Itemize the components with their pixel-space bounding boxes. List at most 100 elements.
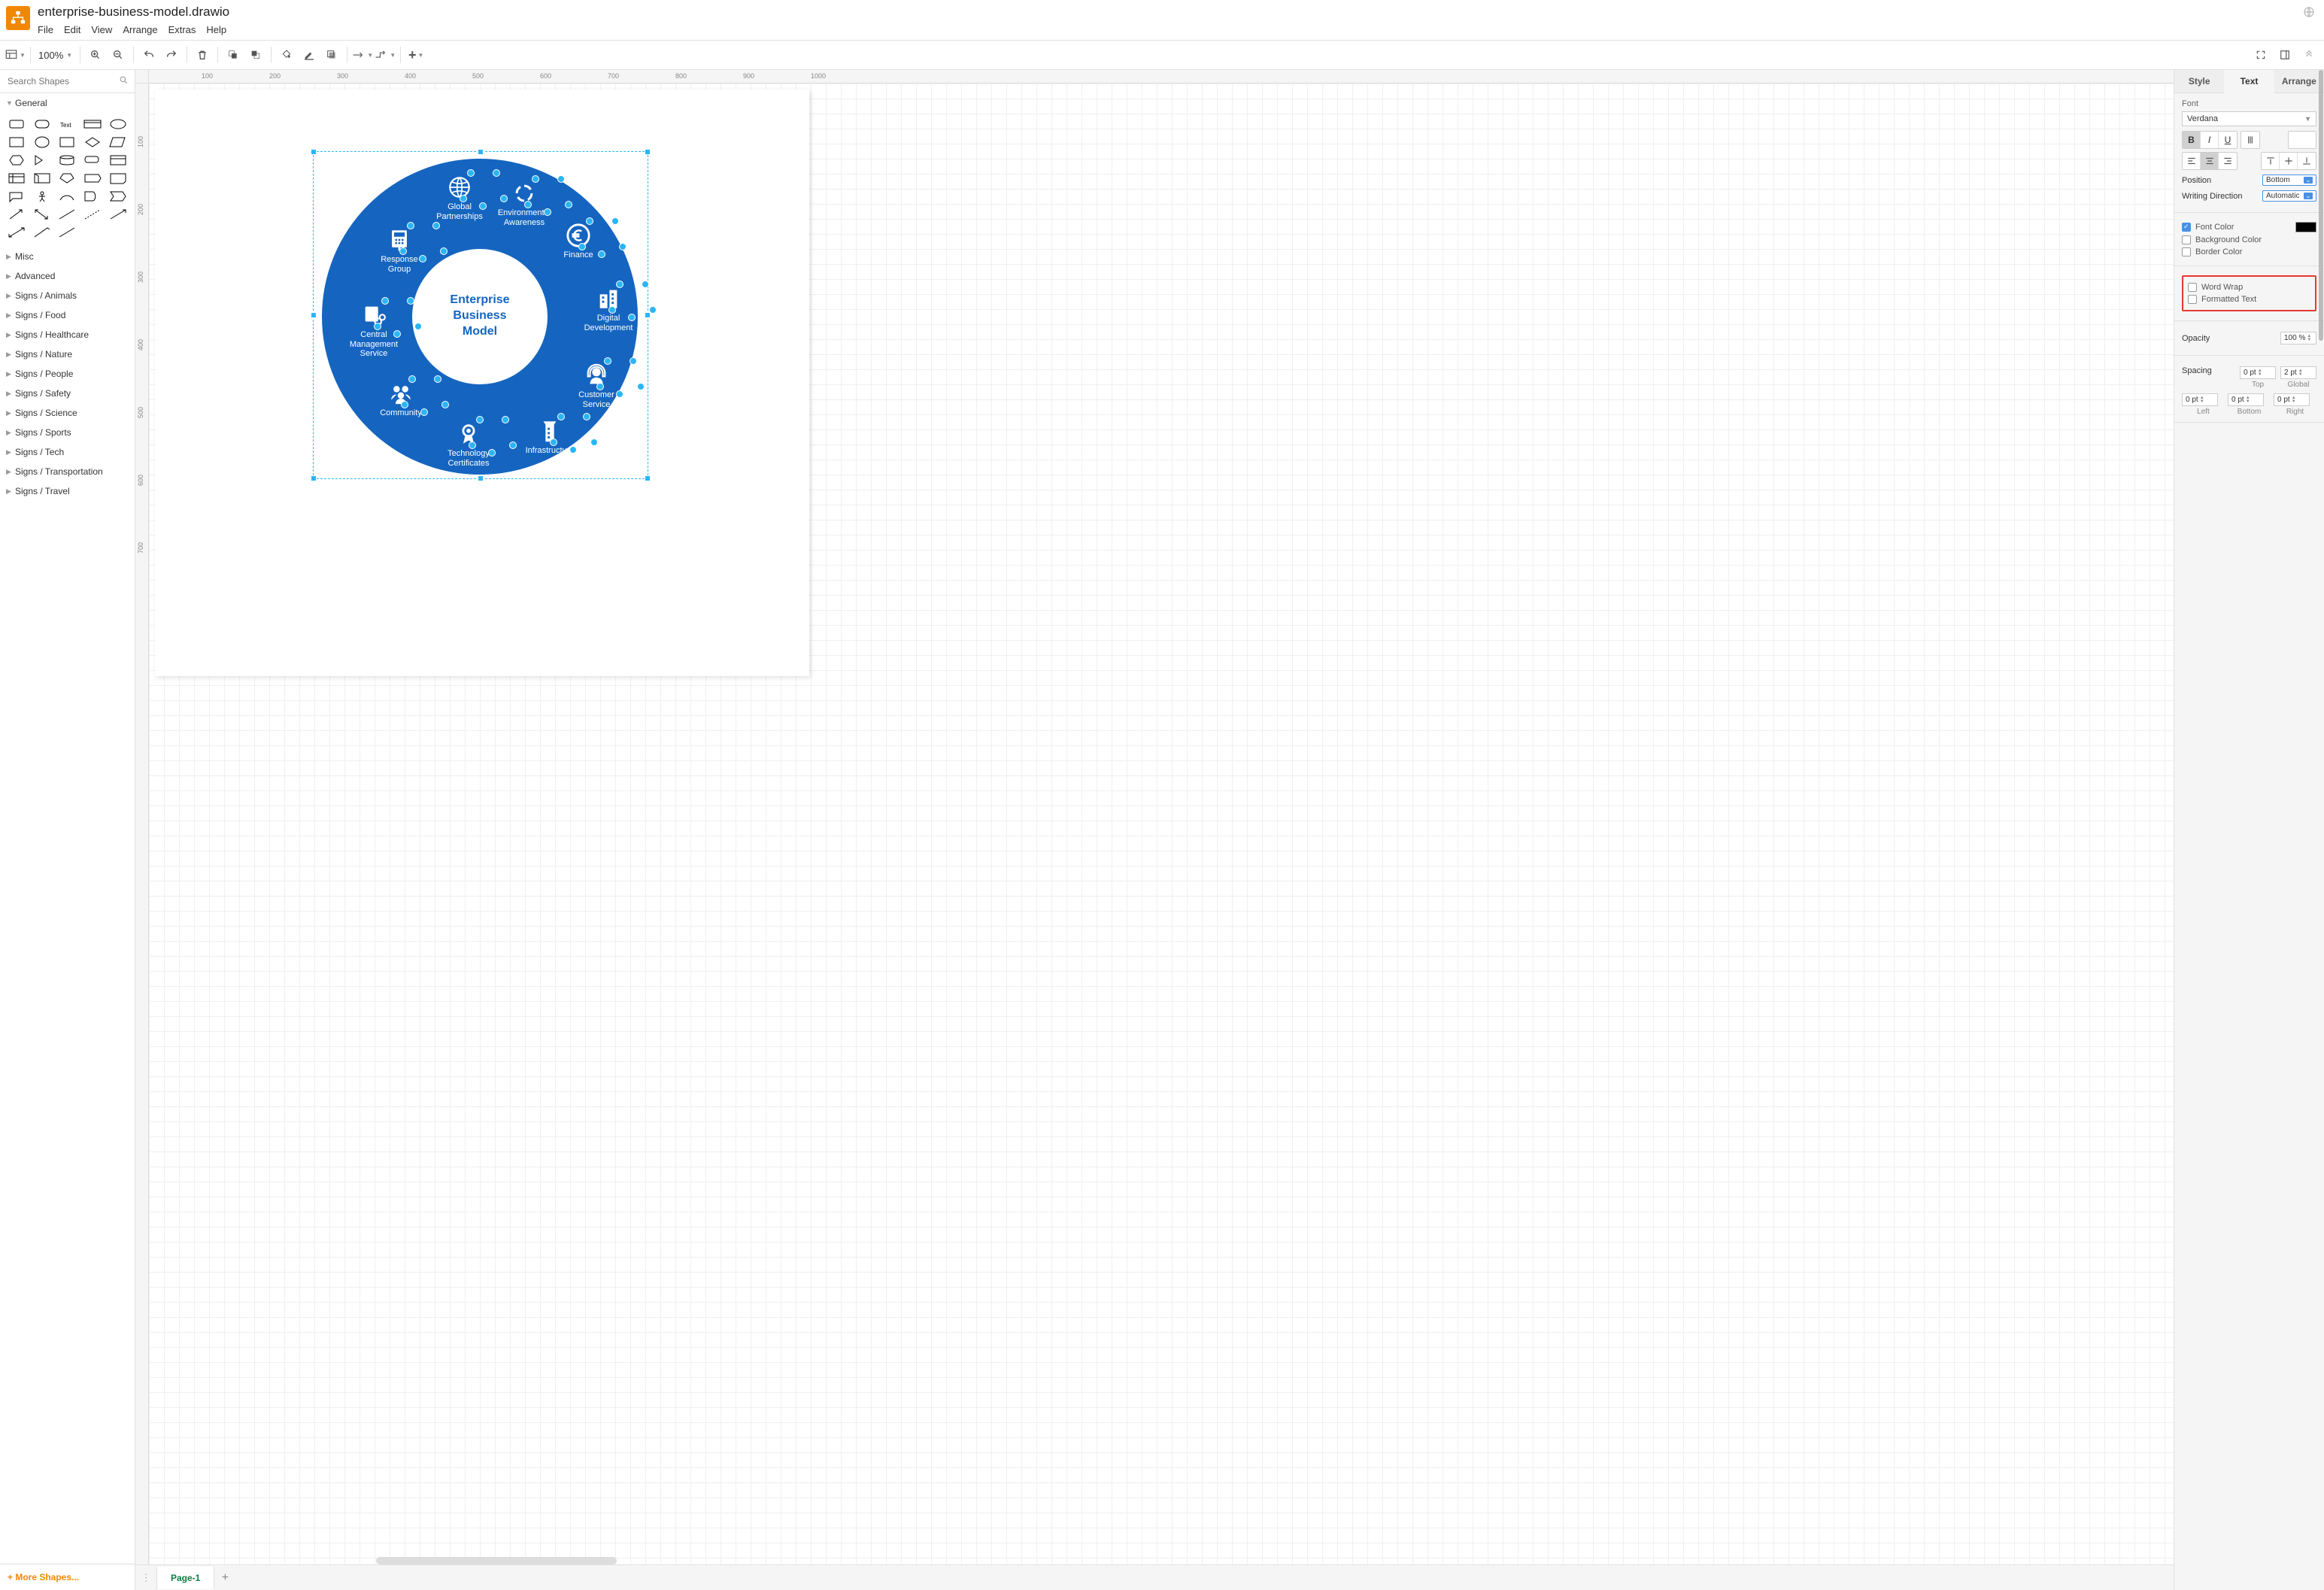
- zoom-out-button[interactable]: [108, 44, 129, 65]
- line-color-button[interactable]: [299, 44, 320, 65]
- horizontal-scrollbar[interactable]: [376, 1557, 617, 1564]
- format-panel-button[interactable]: [2274, 44, 2295, 65]
- font-color-checkbox[interactable]: [2182, 223, 2191, 232]
- shape-17[interactable]: [56, 170, 80, 187]
- font-color-swatch[interactable]: [2295, 222, 2316, 232]
- menu-file[interactable]: File: [38, 24, 53, 35]
- menu-extras[interactable]: Extras: [168, 24, 196, 35]
- category-signs-healthcare[interactable]: ▶Signs / Healthcare: [0, 325, 135, 344]
- font-size-input[interactable]: [2289, 132, 2316, 148]
- menu-view[interactable]: View: [91, 24, 112, 35]
- shape-9[interactable]: [106, 134, 130, 150]
- connection-button[interactable]: ▼: [352, 44, 373, 65]
- page-tab-1[interactable]: Page-1: [156, 1567, 214, 1589]
- category-signs-people[interactable]: ▶Signs / People: [0, 364, 135, 384]
- valign-bottom-button[interactable]: [2298, 153, 2316, 169]
- shape-26[interactable]: [30, 206, 54, 223]
- view-mode-button[interactable]: ▼: [5, 44, 26, 65]
- add-page-button[interactable]: +: [214, 1571, 235, 1585]
- underline-button[interactable]: U: [2219, 132, 2237, 148]
- border-color-checkbox[interactable]: [2182, 247, 2191, 256]
- align-right-button[interactable]: [2219, 153, 2237, 169]
- segment-digital-development[interactable]: DigitalDevelopment: [567, 285, 650, 332]
- document-title[interactable]: enterprise-business-model.drawio: [38, 3, 2303, 21]
- category-signs-nature[interactable]: ▶Signs / Nature: [0, 344, 135, 364]
- fullscreen-button[interactable]: [2250, 44, 2271, 65]
- category-signs-safety[interactable]: ▶Signs / Safety: [0, 384, 135, 403]
- category-signs-transportation[interactable]: ▶Signs / Transportation: [0, 462, 135, 481]
- font-family-select[interactable]: Verdana▼: [2182, 111, 2316, 126]
- segment-community[interactable]: Community: [360, 380, 442, 418]
- align-left-button[interactable]: [2183, 153, 2201, 169]
- category-signs-travel[interactable]: ▶Signs / Travel: [0, 481, 135, 501]
- menu-help[interactable]: Help: [206, 24, 226, 35]
- spacing-right-input[interactable]: 0 pt▲▼: [2274, 393, 2310, 406]
- shape-31[interactable]: [30, 224, 54, 241]
- category-advanced[interactable]: ▶Advanced: [0, 266, 135, 286]
- shape-5[interactable]: [5, 134, 29, 150]
- shape-30[interactable]: [5, 224, 29, 241]
- insert-button[interactable]: +▼: [405, 44, 426, 65]
- shape-1[interactable]: [30, 116, 54, 132]
- shape-14[interactable]: [106, 152, 130, 168]
- shape-7[interactable]: [56, 134, 80, 150]
- segment-environmental-awareness[interactable]: EnvironmentalAwareness: [483, 180, 566, 227]
- menu-edit[interactable]: Edit: [64, 24, 80, 35]
- opacity-input[interactable]: 100 %▲▼: [2280, 332, 2316, 344]
- shape-15[interactable]: [5, 170, 29, 187]
- shape-13[interactable]: [80, 152, 105, 168]
- shape-3[interactable]: [80, 116, 105, 132]
- menu-arrange[interactable]: Arrange: [123, 24, 157, 35]
- to-back-button[interactable]: [245, 44, 266, 65]
- category-signs-sports[interactable]: ▶Signs / Sports: [0, 423, 135, 442]
- shape-2[interactable]: Text: [56, 116, 80, 132]
- vertical-text-button[interactable]: [2241, 132, 2259, 148]
- fill-color-button[interactable]: [276, 44, 297, 65]
- shape-32[interactable]: [56, 224, 80, 241]
- italic-button[interactable]: I: [2201, 132, 2219, 148]
- shape-22[interactable]: [56, 188, 80, 205]
- shape-25[interactable]: [5, 206, 29, 223]
- panel-scrollbar[interactable]: [2319, 70, 2323, 341]
- shape-20[interactable]: [5, 188, 29, 205]
- shape-18[interactable]: [80, 170, 105, 187]
- bold-button[interactable]: B: [2183, 132, 2201, 148]
- to-front-button[interactable]: [223, 44, 244, 65]
- segment-response-group[interactable]: ResponseGroup: [358, 226, 441, 274]
- word-wrap-checkbox[interactable]: [2188, 283, 2197, 292]
- format-tab-arrange[interactable]: Arrange: [2274, 70, 2324, 93]
- spacing-bottom-input[interactable]: 0 pt▲▼: [2228, 393, 2264, 406]
- shape-27[interactable]: [56, 206, 80, 223]
- redo-button[interactable]: [161, 44, 182, 65]
- diagram-center-title[interactable]: EnterpriseBusinessModel: [427, 293, 532, 339]
- spacing-top-input[interactable]: 0 pt▲▼: [2240, 366, 2276, 379]
- language-icon[interactable]: [2303, 6, 2315, 22]
- zoom-in-button[interactable]: [85, 44, 106, 65]
- category-signs-animals[interactable]: ▶Signs / Animals: [0, 286, 135, 305]
- shape-24[interactable]: [106, 188, 130, 205]
- page-options-button[interactable]: ⋮: [135, 1572, 156, 1584]
- shape-11[interactable]: [30, 152, 54, 168]
- shape-21[interactable]: [30, 188, 54, 205]
- shape-4[interactable]: [106, 116, 130, 132]
- format-tab-style[interactable]: Style: [2174, 70, 2224, 93]
- shape-23[interactable]: [80, 188, 105, 205]
- spacing-left-input[interactable]: 0 pt▲▼: [2182, 393, 2218, 406]
- delete-button[interactable]: [192, 44, 213, 65]
- position-select[interactable]: Bottom⌄: [2262, 174, 2316, 186]
- category-signs-food[interactable]: ▶Signs / Food: [0, 305, 135, 325]
- shape-10[interactable]: [5, 152, 29, 168]
- spacing-global-input[interactable]: 2 pt▲▼: [2280, 366, 2316, 379]
- segment-infrastructure[interactable]: Infrastructure: [508, 417, 591, 456]
- app-logo[interactable]: [6, 6, 30, 30]
- valign-top-button[interactable]: [2262, 153, 2280, 169]
- segment-central-management-service[interactable]: CentralManagementService: [332, 302, 415, 359]
- category-misc[interactable]: ▶Misc: [0, 247, 135, 266]
- more-shapes-button[interactable]: More Shapes...: [0, 1564, 135, 1590]
- zoom-level[interactable]: 100%▼: [35, 50, 75, 61]
- segment-customer-service[interactable]: CustomerService: [555, 362, 638, 409]
- category-general[interactable]: ▼General: [0, 93, 135, 113]
- search-shapes-input[interactable]: [0, 70, 135, 93]
- shape-16[interactable]: [30, 170, 54, 187]
- shape-19[interactable]: [106, 170, 130, 187]
